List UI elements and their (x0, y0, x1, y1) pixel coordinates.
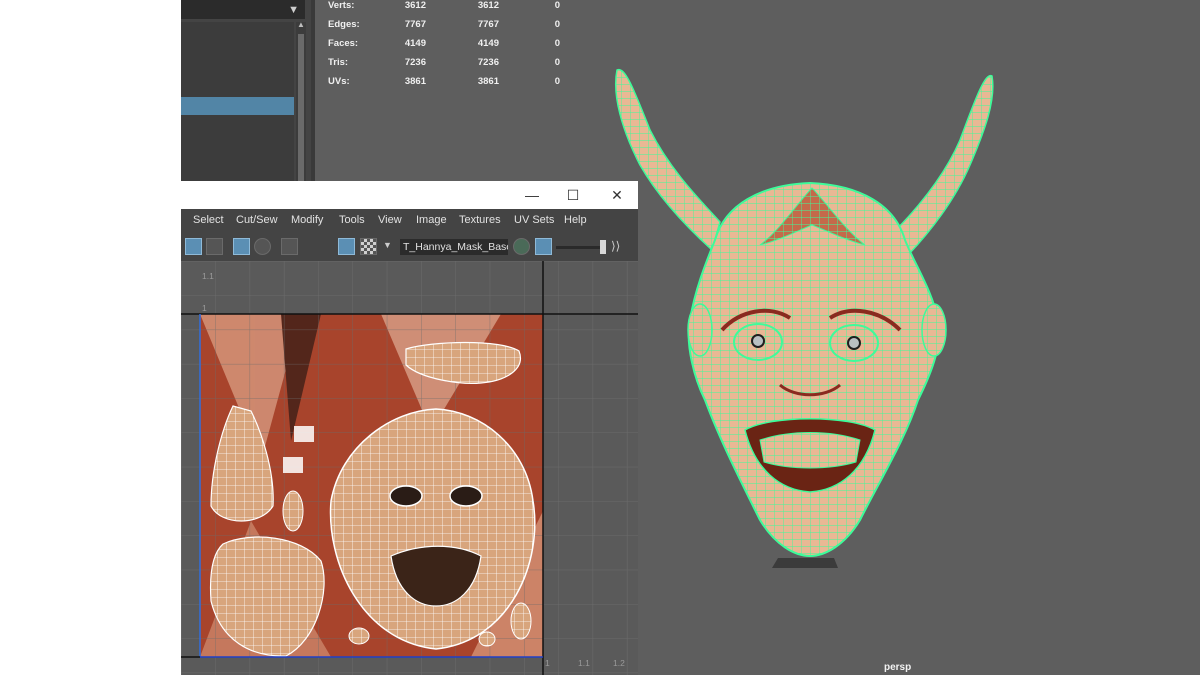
uv-axis-label: 1 (202, 303, 207, 313)
hud-value: 7236 (477, 57, 499, 68)
shading-icon[interactable] (513, 238, 530, 255)
hud-value: 0 (554, 38, 560, 49)
checker-icon[interactable] (360, 238, 377, 255)
menu-textures[interactable]: Textures (459, 214, 501, 226)
outliner-dropdown[interactable]: ▼ (181, 0, 305, 19)
hud-value: 0 (554, 57, 560, 68)
scroll-up-icon[interactable]: ▲ (297, 20, 305, 29)
sun-icon[interactable] (254, 238, 271, 255)
hud-label: Faces: (328, 38, 359, 49)
hud-value: 3861 (404, 76, 426, 87)
slider-handle[interactable] (600, 240, 606, 254)
menu-view[interactable]: View (378, 214, 402, 226)
hud-value: 7236 (404, 57, 426, 68)
hud-row-tris: Tris: 7236 7236 0 (328, 57, 568, 76)
menu-tools[interactable]: Tools (339, 214, 365, 226)
left-margin (0, 0, 181, 675)
outliner-scrollbar[interactable]: ▲ (296, 20, 306, 182)
right-horn (897, 75, 994, 257)
camera-icon[interactable] (281, 238, 298, 255)
uv-editor-titlebar[interactable]: — ☐ ✕ (181, 181, 638, 209)
image-ratio-icon[interactable] (535, 238, 552, 255)
menu-image[interactable]: Image (416, 214, 447, 226)
scrollbar-thumb[interactable] (298, 34, 304, 182)
menu-help[interactable]: Help (564, 214, 587, 226)
uv-grid-icon[interactable] (233, 238, 250, 255)
menu-modify[interactable]: Modify (291, 214, 323, 226)
hud-value: 0 (554, 0, 560, 11)
uv-editor-toolbar: ▼ T_Hannya_Mask_Base ⟩⟩ (181, 233, 638, 261)
expand-arrow-icon[interactable]: ⟩⟩ (611, 239, 620, 253)
uv-texture-view[interactable]: 1.1 1 1 1.1 1.2 (181, 261, 638, 675)
uv-axis-label: 1.2 (613, 658, 625, 668)
maximize-button[interactable]: ☐ (563, 185, 583, 205)
menu-cut-sew[interactable]: Cut/Sew (236, 214, 278, 226)
hud-value: 4149 (404, 38, 426, 49)
grid-snap-icon[interactable] (206, 238, 223, 255)
hud-value: 3612 (477, 0, 499, 11)
outliner-panel: ▼ ▲ (181, 0, 311, 182)
uv-editor-window: — ☐ ✕ Select Cut/Sew Modify Tools View I… (181, 181, 638, 675)
uv-canvas (181, 261, 638, 675)
camera-label: persp (884, 662, 912, 673)
hud-value: 3612 (404, 0, 426, 11)
mask-face (687, 181, 947, 558)
minimize-button[interactable]: — (522, 185, 542, 205)
image-display-icon[interactable] (338, 238, 355, 255)
panel-divider[interactable] (311, 0, 315, 182)
close-button[interactable]: ✕ (607, 185, 627, 205)
hud-label: Verts: (328, 0, 355, 11)
hud-value: 4149 (477, 38, 499, 49)
dropdown-arrow-icon[interactable]: ▼ (288, 4, 299, 16)
uv-axis-label: 1.1 (202, 271, 214, 281)
mask-shadow (772, 558, 838, 568)
hud-row-edges: Edges: 7767 7767 0 (328, 19, 568, 38)
hud-value: 3861 (477, 76, 499, 87)
hud-label: UVs: (328, 76, 350, 87)
menu-select[interactable]: Select (193, 214, 224, 226)
hud-label: Edges: (328, 19, 360, 30)
menu-uv-sets[interactable]: UV Sets (514, 214, 554, 226)
dropdown-arrow-icon[interactable]: ▼ (383, 240, 392, 250)
hud-label: Tris: (328, 57, 349, 68)
uv-axis-label: 1 (545, 658, 550, 668)
hud-row-uvs: UVs: 3861 3861 0 (328, 76, 568, 95)
hud-value: 0 (554, 76, 560, 87)
grid-toggle-icon[interactable] (185, 238, 202, 255)
hud-value: 7767 (477, 19, 499, 30)
hud-value: 7767 (404, 19, 426, 30)
image-brightness-slider[interactable] (556, 246, 606, 249)
hud-row-verts: Verts: 3612 3612 0 (328, 0, 568, 19)
uv-axis-label: 1.1 (578, 658, 590, 668)
hud-value: 0 (554, 19, 560, 30)
hud-row-faces: Faces: 4149 4149 0 (328, 38, 568, 57)
uv-editor-menubar: Select Cut/Sew Modify Tools View Image T… (181, 209, 638, 233)
texture-name-field[interactable]: T_Hannya_Mask_Base (400, 239, 508, 255)
outliner-selected-row[interactable] (181, 97, 294, 115)
